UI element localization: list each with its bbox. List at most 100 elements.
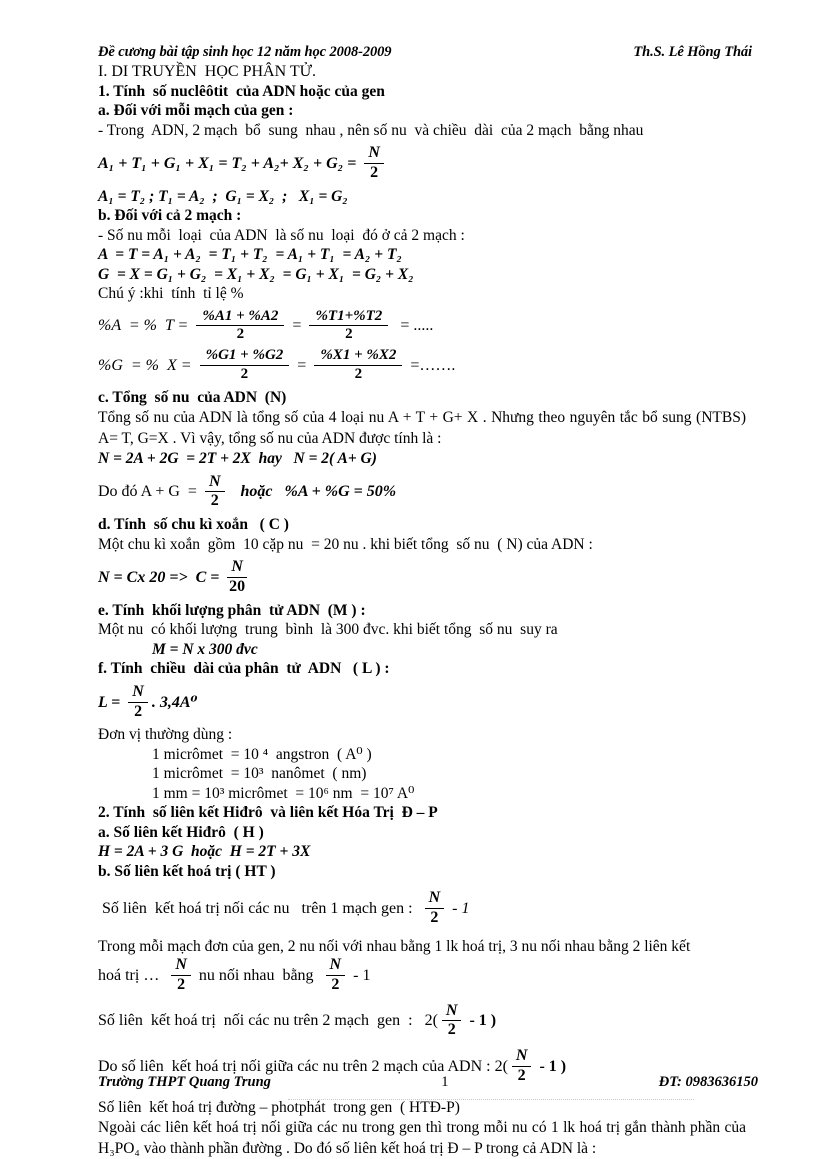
fraction-denominator: 2 [331,975,340,993]
formula-a-plus-g-suffix: hoặc %A + %G = 50% [228,483,397,501]
formula-valence-one-strand-suffix: - 1 [448,900,470,918]
fraction-numerator: N [424,890,445,910]
fraction-n-over-2: N 2 [325,956,346,994]
fraction-numerator: N [364,144,384,164]
header-author-right: Th.S. Lê Hồng Thái [633,44,752,60]
section-1d-text: Một chu kì xoắn gồm 10 cặp nu = 20 nu . … [98,535,593,553]
fraction-numerator: %T1+%T2 [309,308,389,327]
strand-line2-prefix: hoá trị … [98,966,168,984]
section-1c-title: c. Tổng số nu của ADN (N) [98,388,287,406]
formula-spiral-count-prefix: N = Cx 20 => C = [98,568,224,586]
section-1e-title: e. Tính khối lượng phân tử ADN (M ) : [98,601,366,619]
formula-percent-a: %A = % T = %A1 + %A2 2 = %T1+%T2 2 = ...… [98,308,764,344]
formula-hydrogen-bonds: H = 2A + 3 G hoặc H = 2T + 3X [98,843,311,861]
header-title-left: Đề cương bài tập sinh học 12 năm học 200… [98,44,392,60]
footer-phone: ĐT: 0983636150 [658,1074,758,1090]
fraction-denominator: 2 [345,326,353,343]
footer-school-name: Trường THPT Quang Trung [98,1074,271,1090]
formula-length-prefix: L = [98,693,125,711]
section-1e-text: Một nu có khối lượng trung bình là 300 đ… [98,621,558,639]
formula-a-plus-g: Do đó A + G = N 2 hoặc %A + %G = 50% [98,473,764,511]
fraction-numerator: %A1 + %A2 [196,308,285,327]
section-2-title: 2. Tính số liên kết Hiđrô và liên kết Hó… [98,804,438,822]
fraction-denominator: 2 [177,975,186,993]
section-2a-title: a. Số liên kết Hiđrô ( H ) [98,823,264,841]
formula-percent-g-equals: = [293,356,311,374]
formula-percent-a-equals: = [288,317,306,335]
formula-percent-g-tail: =……. [406,356,456,374]
fraction-n-over-2: N 2 [441,1002,462,1040]
fraction-numerator: N [171,956,191,976]
unit-line-1: 1 micrômet = 10 ⁴ angstron ( A⁰ ) [152,745,372,763]
fraction-denominator: 2 [430,909,439,927]
fraction-denominator: 2 [447,1021,456,1039]
formula-valence-one-strand-prefix: Số liên kết hoá trị nối các nu trên 1 mạ… [98,900,421,918]
section-1f-title: f. Tính chiều dài của phân tử ADN ( L ) … [98,660,390,678]
strand-line2-suffix: - 1 [349,966,371,984]
fraction-percent-x1-x2: %X1 + %X2 2 [314,347,403,383]
footer-page-number: 1 [441,1074,449,1090]
section-1-title: 1. Tính số nuclêôtit của ADN hoặc của ge… [98,82,385,100]
fraction-percent-g1-g2: %G1 + %G2 2 [199,347,290,383]
fraction-n-over-2: N 2 [204,473,225,511]
section-1c-text: Tổng số nu của ADN là tổng số của 4 loại… [98,409,746,448]
formula-valence-two-strands-prefix: Số liên kết hoá trị nối các nu trên 2 mạ… [98,1012,438,1030]
formula-g-equals-x: G = X = G₁ + G₂ = X₁ + X₂ = G₁ + X₁ = G₂… [98,265,414,283]
fraction-denominator: 2 [370,163,379,181]
formula-complement-pairs: A₁ = T₂ ; T₁ = A₂ ; G₁ = X₂ ; X₁ = G₂ [98,187,348,205]
fraction-n-over-2: N 2 [128,683,148,721]
fraction-numerator: %X1 + %X2 [314,347,403,366]
formula-percent-a-tail: = ..... [392,317,434,335]
fraction-numerator: N [441,1002,462,1022]
fraction-percent-t1-t2: %T1+%T2 2 [309,308,389,344]
paragraph-single-strand-continued: hoá trị … N 2 nu nối nhau bằng N 2 - 1 [98,956,764,994]
fraction-denominator: 2 [240,365,249,382]
formula-length: L = N 2 . 3,4A⁰ [98,683,764,721]
fraction-denominator: 2 [210,492,219,510]
formula-percent-a-label: %A = % T = [98,317,193,335]
formula-percent-g: %G = % X = %G1 + %G2 2 = %X1 + %X2 2 =……… [98,347,764,383]
unit-line-2: 1 micrômet = 10³ nanômet ( nm) [152,765,367,783]
part-1-title: I. DI TRUYỀN HỌC PHÂN TỬ. [98,63,317,80]
formula-percent-g-label: %G = % X = [98,356,196,374]
fraction-n-over-20: N 20 [227,558,247,596]
fraction-n-over-2: N 2 [364,144,384,182]
fraction-numerator: %G1 + %G2 [199,347,290,366]
page-footer: Trường THPT Quang Trung 1 ĐT: 0983636150 [98,1074,764,1101]
document-page: Đề cương bài tập sinh học 12 năm học 200… [0,0,816,1157]
formula-valence-two-strands: Số liên kết hoá trị nối các nu trên 2 mạ… [98,1002,764,1040]
paragraph-single-strand: Trong mỗi mạch đơn của gen, 2 nu nối với… [98,937,691,955]
fraction-numerator: N [128,683,148,703]
fraction-numerator: N [227,558,247,578]
fraction-n-over-2: N 2 [424,890,445,927]
fraction-denominator: 2 [354,365,363,382]
formula-total-nu: N = 2A + 2G = 2T + 2X hay N = 2( A+ G) [98,450,377,468]
formula-length-suffix: . 3,4A⁰ [151,693,198,711]
fraction-numerator: N [204,473,225,493]
page-header: Đề cương bài tập sinh học 12 năm học 200… [98,44,764,61]
formula-valence-two-strands-suffix: - 1 ) [465,1012,497,1030]
sugar-phosphate-text: Ngoài các liên kết hoá trị nối giữa các … [98,1119,746,1158]
strand-line2-middle: nu nối nhau bằng [194,966,322,984]
formula-strand-sum: A₁ + T₁ + G₁ + X₁ = T₂ + A₂+ X₂ + G₂ = N… [98,144,764,182]
fraction-percent-a1-a2: %A1 + %A2 2 [196,308,285,344]
section-1d-title: d. Tính số chu kì xoắn ( C ) [98,516,289,534]
footer-divider [288,1099,694,1101]
formula-strand-sum-lhs: A₁ + T₁ + G₁ + X₁ = T₂ + A₂+ X₂ + G₂ = [98,154,361,172]
fraction-n-over-2: N 2 [171,956,191,994]
formula-valence-one-strand: Số liên kết hoá trị nối các nu trên 1 mạ… [98,890,764,927]
formula-spiral-count: N = Cx 20 => C = N 20 [98,558,764,596]
formula-a-equals-t: A = T = A₁ + A₂ = T₁ + T₂ = A₁ + T₁ = A₂… [98,246,402,264]
section-2b-title: b. Số liên kết hoá trị ( HT ) [98,862,276,880]
section-1b-text: - Số nu mỗi loại của ADN là số nu loại đ… [98,226,465,244]
fraction-denominator: 20 [229,577,246,595]
unit-line-3: 1 mm = 10³ micrômet = 10⁶ nm = 10⁷ A⁰ [152,784,415,802]
formula-mass: M = N x 300 đvc [152,640,258,658]
fraction-numerator: N [325,956,346,976]
section-1a-title: a. Đối với mỗi mạch của gen : [98,102,294,119]
fraction-numerator: N [511,1047,532,1067]
percent-note: Chú ý :khi tính tỉ lệ % [98,285,244,303]
formula-a-plus-g-prefix: Do đó A + G = [98,483,201,501]
fraction-denominator: 2 [134,702,143,720]
section-1a-text: - Trong ADN, 2 mạch bổ sung nhau , nên s… [98,121,644,139]
